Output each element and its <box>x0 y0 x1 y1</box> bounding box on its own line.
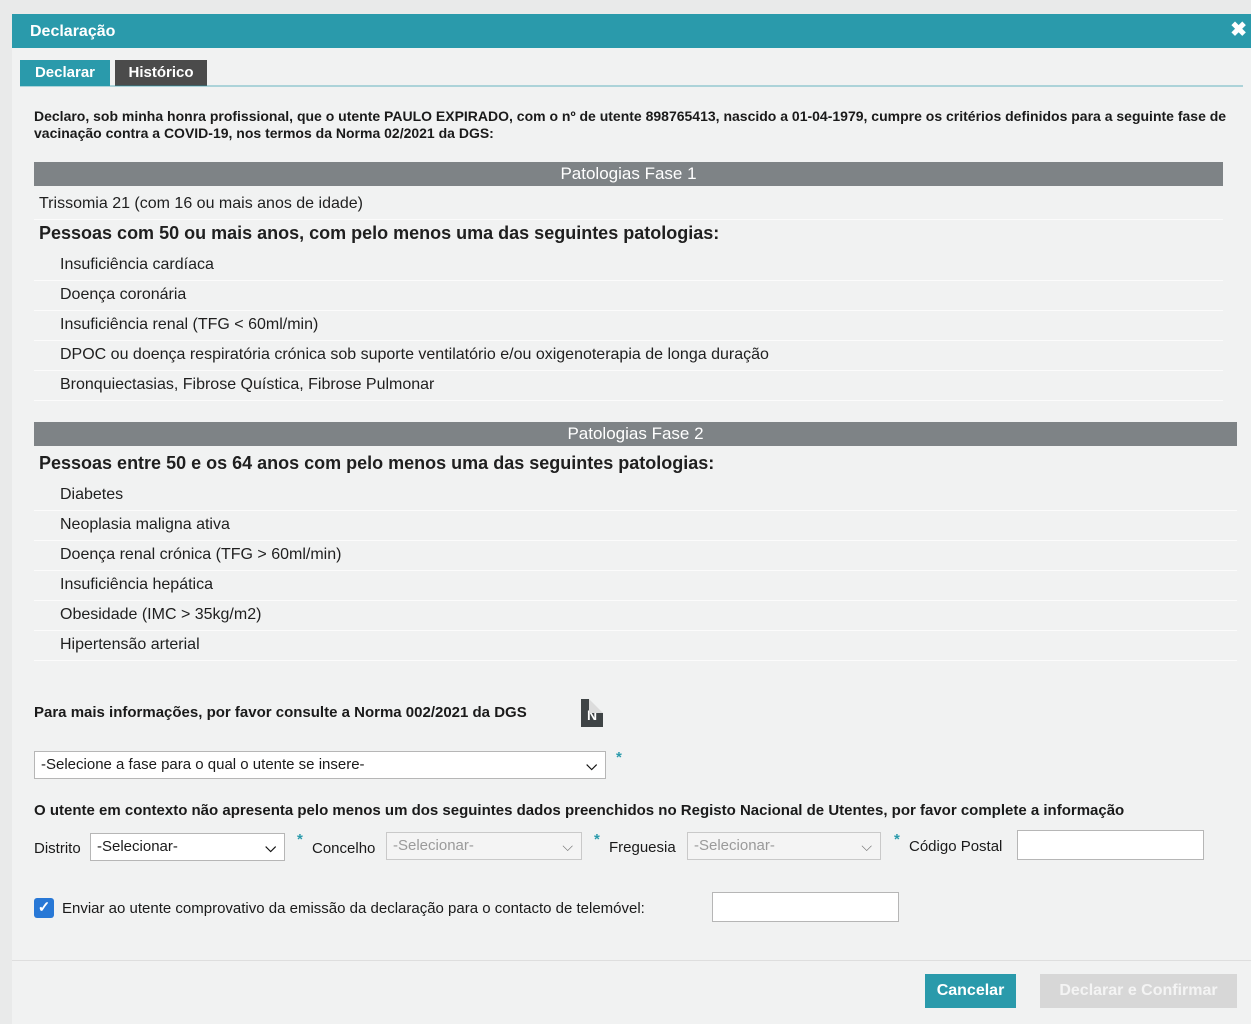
distrito-select[interactable]: -Selecionar- ⌵ <box>90 833 285 861</box>
norma-info-text: Para mais informações, por favor consult… <box>34 704 527 721</box>
phase1-item[interactable]: Insuficiência cardíaca <box>34 250 1223 281</box>
codigo-postal-input[interactable] <box>1017 830 1204 860</box>
declaration-dialog: Declaração ✖ Declarar Histórico Declaro,… <box>12 14 1251 1024</box>
phase1-header: Patologias Fase 1 <box>34 162 1223 186</box>
phase1-group-label: Pessoas com 50 ou mais anos, com pelo me… <box>34 219 1223 249</box>
document-icon-letter: N <box>586 707 598 723</box>
required-asterisk: * <box>894 831 900 848</box>
phase-select[interactable]: -Selecione a fase para o qual o utente s… <box>34 751 606 779</box>
item-label: Insuficiência hepática <box>60 576 213 593</box>
tab-historico[interactable]: Histórico <box>115 60 207 86</box>
group-label-text: Pessoas com 50 ou mais anos, com pelo me… <box>39 223 720 243</box>
tab-declarar[interactable]: Declarar <box>20 60 110 86</box>
chevron-down-icon: ⌵ <box>562 838 573 854</box>
declare-confirm-button[interactable]: Declarar e Confirmar <box>1040 974 1237 1008</box>
checkmark-icon: ✓ <box>37 899 51 916</box>
phase1-item[interactable]: Bronquiectasias, Fibrose Quística, Fibro… <box>34 370 1223 401</box>
item-label: Diabetes <box>60 486 124 503</box>
codigo-postal-label: Código Postal <box>909 838 1003 855</box>
distrito-label: Distrito <box>34 840 81 857</box>
distrito-select-value: -Selecionar- <box>97 838 178 855</box>
rnu-warning-text: O utente em contexto não apresenta pelo … <box>34 802 1125 819</box>
item-label: Bronquiectasias, Fibrose Quística, Fibro… <box>60 376 435 393</box>
phase1-item[interactable]: Doença coronária <box>34 280 1223 311</box>
phone-input[interactable] <box>712 892 899 922</box>
freguesia-label: Freguesia <box>609 839 676 856</box>
item-label: Insuficiência cardíaca <box>60 256 214 273</box>
item-label: Obesidade (IMC > 35kg/m2) <box>60 606 262 623</box>
chevron-down-icon: ⌵ <box>265 839 276 855</box>
group-label-text: Pessoas entre 50 e os 64 anos com pelo m… <box>39 453 715 473</box>
phase1-item[interactable]: Insuficiência renal (TFG < 60ml/min) <box>34 310 1223 341</box>
required-asterisk: * <box>616 749 622 766</box>
row-label: Trissomia 21 (com 16 ou mais anos de ida… <box>39 195 363 212</box>
phase1-item[interactable]: DPOC ou doença respiratória crónica sob … <box>34 340 1223 371</box>
phase2-item[interactable]: Diabetes <box>34 480 1237 511</box>
phase2-item[interactable]: Doença renal crónica (TFG > 60ml/min) <box>34 540 1237 571</box>
phase2-group-label: Pessoas entre 50 e os 64 anos com pelo m… <box>34 449 1237 479</box>
footer-divider <box>12 960 1251 961</box>
concelho-select[interactable]: -Selecionar- ⌵ <box>386 832 582 860</box>
cancel-button[interactable]: Cancelar <box>925 974 1016 1008</box>
phase-select-value: -Selecione a fase para o qual o utente s… <box>41 756 365 773</box>
phase2-item[interactable]: Obesidade (IMC > 35kg/m2) <box>34 600 1237 631</box>
item-label: Doença renal crónica (TFG > 60ml/min) <box>60 546 342 563</box>
concelho-label: Concelho <box>312 840 376 857</box>
item-label: Neoplasia maligna ativa <box>60 516 230 533</box>
freguesia-select[interactable]: -Selecionar- ⌵ <box>687 832 881 860</box>
document-icon[interactable]: N <box>581 699 603 727</box>
close-icon[interactable]: ✖ <box>1230 20 1247 40</box>
chevron-down-icon: ⌵ <box>586 757 597 773</box>
item-label: Doença coronária <box>60 286 187 303</box>
declaration-intro-text: Declaro, sob minha honra profissional, q… <box>34 108 1227 141</box>
dialog-title: Declaração <box>30 23 116 40</box>
required-asterisk: * <box>594 831 600 848</box>
chevron-down-icon: ⌵ <box>861 838 872 854</box>
phase1-row-trissomia[interactable]: Trissomia 21 (com 16 ou mais anos de ida… <box>34 189 1223 220</box>
required-asterisk: * <box>297 831 303 848</box>
sms-checkbox[interactable]: ✓ <box>34 898 54 918</box>
tab-divider <box>20 85 1243 87</box>
phase2-item[interactable]: Insuficiência hepática <box>34 570 1237 601</box>
item-label: Hipertensão arterial <box>60 636 200 653</box>
phase2-header: Patologias Fase 2 <box>34 422 1237 446</box>
sms-label: Enviar ao utente comprovativo da emissão… <box>62 900 645 917</box>
phase2-item[interactable]: Hipertensão arterial <box>34 630 1237 661</box>
item-label: Insuficiência renal (TFG < 60ml/min) <box>60 316 319 333</box>
dialog-titlebar: Declaração ✖ <box>12 14 1251 48</box>
item-label: DPOC ou doença respiratória crónica sob … <box>60 346 769 363</box>
phase2-item[interactable]: Neoplasia maligna ativa <box>34 510 1237 541</box>
freguesia-select-value: -Selecionar- <box>694 837 775 854</box>
concelho-select-value: -Selecionar- <box>393 837 474 854</box>
